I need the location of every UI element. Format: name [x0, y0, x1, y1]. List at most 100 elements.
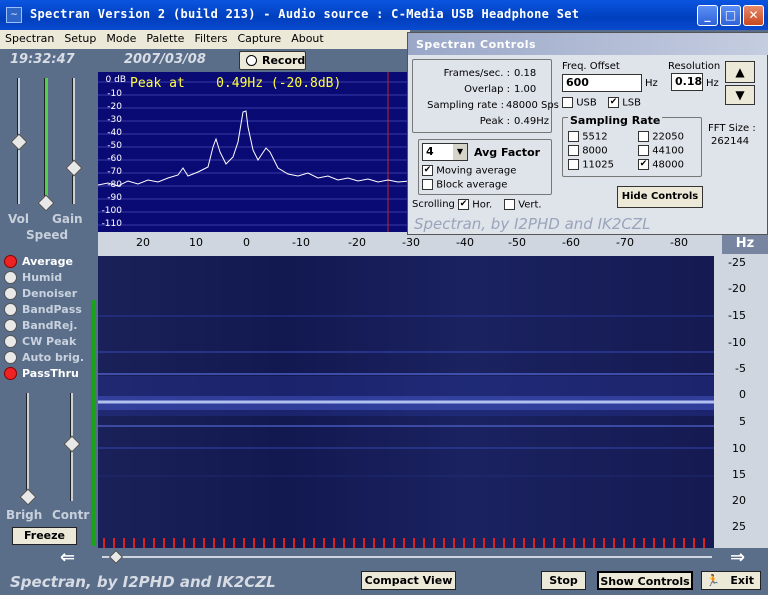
- clock-date: 2007/03/08: [124, 52, 206, 67]
- brightness-slider-track[interactable]: [26, 393, 29, 501]
- checkbox-checked-icon: ✔: [608, 97, 619, 108]
- resolution-value: 0.18: [671, 73, 703, 91]
- scroll-strip: [98, 548, 768, 568]
- freeze-button[interactable]: Freeze: [12, 527, 77, 545]
- option-cw-peak[interactable]: CW Peak: [4, 334, 76, 349]
- frames-value: 0.18: [514, 68, 537, 79]
- checkbox-icon: [568, 131, 579, 142]
- brand-text: Spectran, by I2PHD and IK2CZL: [10, 573, 276, 591]
- checkbox-icon: [568, 159, 579, 170]
- radio-icon: [4, 350, 17, 364]
- menu-setup[interactable]: Setup: [59, 30, 101, 45]
- lsb-checkbox[interactable]: ✔ LSB: [608, 97, 641, 109]
- exit-button[interactable]: 🏃 Exit: [701, 571, 761, 590]
- resolution-down-button[interactable]: ▼: [725, 85, 755, 105]
- scroll-hor-checkbox[interactable]: ✔ Hor.: [458, 199, 492, 211]
- option-bandrej[interactable]: BandRej.: [4, 318, 77, 333]
- spectrum-graph: [98, 72, 410, 232]
- checkbox-icon: [568, 145, 579, 156]
- maximize-button[interactable]: □: [720, 5, 741, 26]
- menu-about[interactable]: About: [286, 30, 329, 45]
- radio-icon: [4, 318, 17, 332]
- overlap-value: 1.00: [514, 84, 537, 95]
- scroll-left-arrow-icon[interactable]: ⇐: [60, 547, 75, 568]
- menu-filters[interactable]: Filters: [189, 30, 232, 45]
- option-denoiser[interactable]: Denoiser: [4, 286, 77, 301]
- window-title: Spectran Version 2 (build 213) - Audio s…: [30, 7, 580, 21]
- rate-5512-checkbox[interactable]: 5512: [568, 131, 608, 143]
- resolution-up-button[interactable]: ▲: [725, 61, 755, 83]
- gain-slider-track[interactable]: [72, 78, 75, 204]
- menu-palette[interactable]: Palette: [141, 30, 189, 45]
- speed-slider-track[interactable]: [44, 78, 48, 204]
- minimize-button[interactable]: _: [697, 5, 718, 26]
- checkbox-checked-icon: ✔: [458, 199, 469, 210]
- waterfall-graph: [98, 315, 714, 548]
- checkbox-icon: [638, 131, 649, 142]
- menu-mode[interactable]: Mode: [101, 30, 141, 45]
- peak-value: 0.49Hz: [514, 116, 550, 127]
- radio-icon: [4, 270, 17, 284]
- speed-label: Speed: [26, 228, 69, 242]
- app-icon[interactable]: ~: [6, 7, 22, 23]
- checkbox-checked-icon: ✔: [638, 159, 649, 170]
- moving-average-checkbox[interactable]: ✔ Moving average: [422, 165, 516, 177]
- rate-48000-checkbox[interactable]: ✔ 48000: [638, 159, 684, 171]
- checkbox-icon: [422, 179, 433, 190]
- frequency-scrollbar[interactable]: [102, 556, 712, 558]
- frequency-axis: 20 10 0 -10 -20 -30 -40 -50 -60 -70 -80: [98, 232, 768, 256]
- menu-spectran[interactable]: Spectran: [0, 30, 59, 45]
- option-auto-brig[interactable]: Auto brig.: [4, 350, 84, 365]
- exit-runner-icon: 🏃: [706, 574, 720, 587]
- avg-factor-select[interactable]: 4 ▼: [422, 143, 468, 161]
- close-button[interactable]: ✕: [743, 5, 764, 26]
- fft-size-label: FFT Size :: [708, 123, 756, 134]
- sampling-value: 48000 Sps: [506, 100, 559, 111]
- rate-8000-checkbox[interactable]: 8000: [568, 145, 608, 157]
- option-average[interactable]: Average: [4, 254, 73, 269]
- stop-button[interactable]: Stop: [541, 571, 586, 590]
- fft-size-value: 262144: [711, 136, 750, 147]
- signal-level-bar: [91, 300, 95, 546]
- panel-brand-text: Spectran, by I2PHD and IK2CZL: [414, 215, 651, 233]
- scroll-right-arrow-icon[interactable]: ⇒: [730, 547, 745, 568]
- show-controls-button[interactable]: Show Controls: [597, 571, 693, 590]
- scroll-vert-checkbox[interactable]: Vert.: [504, 199, 542, 211]
- block-average-checkbox[interactable]: Block average: [422, 179, 507, 191]
- title-bar: ~ Spectran Version 2 (build 213) - Audio…: [0, 0, 768, 30]
- radio-icon: [4, 302, 17, 316]
- scrolling-label: Scrolling: [412, 199, 455, 210]
- waterfall-display[interactable]: [98, 256, 714, 548]
- rate-22050-checkbox[interactable]: 22050: [638, 131, 684, 143]
- chevron-down-icon[interactable]: ▼: [453, 144, 467, 160]
- option-bandpass[interactable]: BandPass: [4, 302, 82, 317]
- radio-icon: [4, 286, 17, 300]
- clock-time: 19:32:47: [10, 52, 75, 67]
- brigh-label: Brigh: [6, 508, 43, 522]
- freq-offset-input[interactable]: 600: [562, 74, 642, 92]
- record-label: Record: [262, 54, 306, 67]
- rate-44100-checkbox[interactable]: 44100: [638, 145, 684, 157]
- hide-controls-button[interactable]: Hide Controls: [617, 186, 703, 208]
- gain-label: Gain: [52, 212, 83, 226]
- panel-title[interactable]: Spectran Controls: [408, 33, 768, 55]
- spectran-controls-panel: Spectran Controls Frames/sec. : 0.18 Ove…: [407, 32, 768, 235]
- freq-offset-label: Freq. Offset: [562, 61, 620, 72]
- rate-11025-checkbox[interactable]: 11025: [568, 159, 614, 171]
- radio-icon: [4, 334, 17, 348]
- hz-unit-label: Hz: [722, 234, 768, 254]
- checkbox-checked-icon: ✔: [422, 165, 433, 176]
- record-button[interactable]: Record: [239, 51, 306, 70]
- peak-readout: Peak at 0.49Hz (-20.8dB): [130, 76, 342, 91]
- spectrum-display[interactable]: 0 dB -10 -20 -30 -40 -50 -60 -70 -80 -90…: [98, 72, 410, 232]
- menu-capture[interactable]: Capture: [232, 30, 286, 45]
- compact-view-button[interactable]: Compact View: [361, 571, 456, 590]
- usb-checkbox[interactable]: USB: [562, 97, 597, 109]
- checkbox-icon: [562, 97, 573, 108]
- waterfall-time-axis: -25 -20 -15 -10 -5 0 5 10 15 20 25: [714, 256, 768, 548]
- option-humid[interactable]: Humid: [4, 270, 62, 285]
- option-passthru[interactable]: PassThru: [4, 366, 79, 381]
- sampling-rate-title: Sampling Rate: [568, 114, 663, 127]
- checkbox-icon: [504, 199, 515, 210]
- record-radio-icon: [246, 55, 257, 66]
